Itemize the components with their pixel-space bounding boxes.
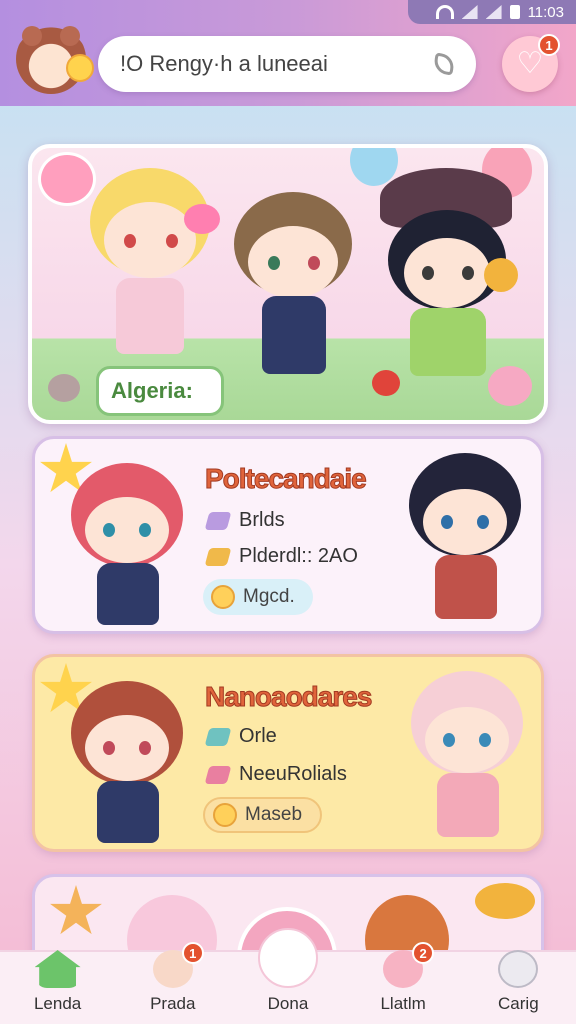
avatar[interactable] bbox=[16, 24, 94, 94]
card-title: Poltecandaie bbox=[205, 463, 368, 495]
cat-icon bbox=[48, 374, 80, 402]
character-card[interactable]: Poltecandaie Brlds Plderdl:: 2AO Mgcd. bbox=[32, 436, 544, 634]
nav-label: Prada bbox=[150, 994, 196, 1013]
card-pill-button[interactable]: Mgcd. bbox=[203, 579, 313, 615]
character-card[interactable]: Nanoaodares Orle NeeuRolials Maseb bbox=[32, 654, 544, 852]
signal-icon-2 bbox=[485, 5, 502, 19]
status-bar: 11:03 bbox=[408, 0, 576, 24]
battery-icon bbox=[509, 5, 520, 19]
nav-item-carig[interactable]: Carig bbox=[473, 950, 563, 1014]
tag-icon bbox=[204, 727, 232, 746]
character-witch bbox=[372, 162, 522, 392]
card-pill-button[interactable]: Maseb bbox=[203, 797, 323, 833]
smiley-icon bbox=[213, 803, 237, 827]
star-mascot-icon bbox=[66, 54, 94, 82]
wifi-icon bbox=[435, 5, 454, 19]
favorites-button[interactable]: ♡ 1 bbox=[502, 34, 560, 92]
row-label: NeeuRolials bbox=[239, 763, 347, 785]
character-brown bbox=[228, 192, 358, 382]
hat-icon bbox=[475, 883, 535, 919]
sun-lollipop-icon bbox=[484, 258, 518, 292]
status-time: 11:03 bbox=[527, 3, 564, 21]
nav-badge: 1 bbox=[181, 942, 204, 964]
row-label: Brlds bbox=[239, 509, 285, 531]
tag-icon bbox=[204, 547, 232, 566]
signal-icon bbox=[461, 5, 478, 19]
bottom-nav: Lenda 1 Prada Dona 2 Llatlm Carig bbox=[0, 928, 576, 1024]
nav-label: Llatlm bbox=[380, 994, 426, 1013]
hero-tag-label: Algeria: bbox=[111, 378, 193, 403]
nav-item-llatlm[interactable]: 2 Llatlm bbox=[358, 942, 448, 1014]
card-title: Nanoaodares bbox=[204, 681, 372, 713]
book-icon bbox=[257, 928, 318, 988]
nav-label: Carig bbox=[498, 994, 539, 1013]
nav-badge: 2 bbox=[412, 942, 435, 964]
home-icon bbox=[34, 950, 81, 988]
character-red-hair bbox=[67, 463, 187, 631]
card-row: Brlds bbox=[204, 509, 285, 532]
character-auburn bbox=[67, 681, 187, 849]
pill-label: Maseb bbox=[245, 804, 303, 825]
favorites-badge: 1 bbox=[538, 34, 560, 56]
bear-ear-icon bbox=[22, 26, 42, 46]
top-bar: 11:03 !O Rengy·h a luneeai ♡ 1 bbox=[0, 0, 576, 106]
nav-item-prada[interactable]: 1 Prada bbox=[128, 942, 218, 1014]
nav-item-dona[interactable]: Dona bbox=[243, 928, 333, 1014]
nav-item-lenda[interactable]: Lenda bbox=[13, 950, 103, 1014]
apple-icon bbox=[372, 370, 400, 396]
pill-label: Mgcd. bbox=[243, 586, 295, 607]
hero-banner[interactable]: Algeria: bbox=[28, 144, 548, 424]
character-dark-hair bbox=[405, 453, 525, 629]
search-bar[interactable]: !O Rengy·h a luneeai bbox=[98, 36, 476, 92]
heart-icon: ♡ bbox=[516, 47, 544, 80]
row-label: Orle bbox=[239, 725, 277, 747]
tag-icon bbox=[204, 765, 232, 784]
row-label: Plderdl:: 2AO bbox=[239, 545, 358, 567]
character-blonde bbox=[80, 168, 220, 368]
character-pink-hair bbox=[407, 671, 527, 847]
bow-icon bbox=[184, 204, 220, 234]
hero-tag[interactable]: Algeria: bbox=[96, 366, 224, 416]
mascot-icon bbox=[498, 950, 539, 988]
search-input[interactable]: !O Rengy·h a luneeai bbox=[120, 51, 434, 77]
card-row: NeeuRolials bbox=[204, 763, 347, 786]
phone-icon[interactable] bbox=[432, 52, 456, 76]
nav-label: Dona bbox=[267, 994, 309, 1013]
star-wand-icon bbox=[50, 885, 102, 935]
card-row: Plderdl:: 2AO bbox=[204, 545, 358, 568]
smiley-icon bbox=[211, 585, 235, 609]
bear-ear-icon bbox=[60, 26, 80, 46]
tag-icon bbox=[204, 511, 232, 530]
flower-icon bbox=[488, 366, 532, 406]
nav-label: Lenda bbox=[33, 994, 82, 1013]
card-row: Orle bbox=[204, 725, 277, 748]
